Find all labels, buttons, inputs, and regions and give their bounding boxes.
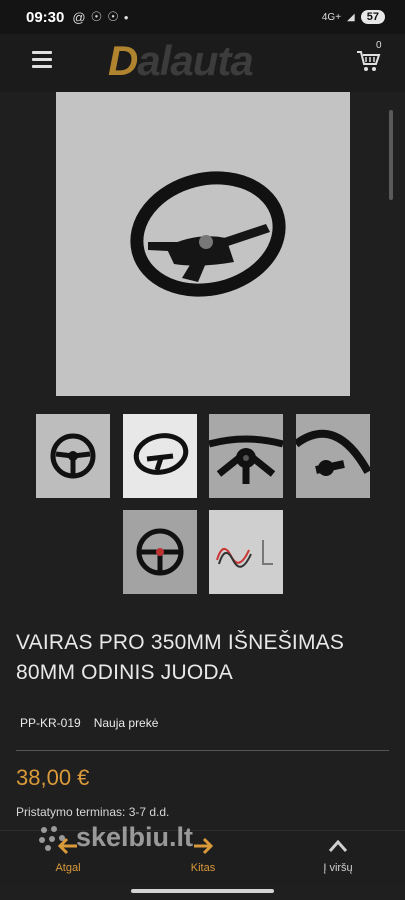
arrow-right-icon [194, 837, 214, 855]
product-sku: PP-KR-019 [20, 716, 81, 730]
snapchat-icon-2: ☉ [107, 9, 119, 24]
thumbnail-2[interactable] [123, 414, 197, 498]
divider [16, 750, 389, 751]
home-indicator[interactable] [131, 889, 274, 893]
hamburger-menu-icon[interactable] [32, 51, 52, 69]
back-label: Atgal [55, 862, 81, 874]
watermark: skelbiu.lt [38, 822, 193, 853]
steering-wheel-thumb-icon [208, 435, 284, 484]
product-condition: Nauja prekė [93, 716, 159, 730]
chevron-up-icon [328, 839, 348, 852]
signal-icon: ◢ [347, 11, 355, 23]
thumbnail-5[interactable] [123, 510, 197, 594]
product-meta: PP-KR-019 Nauja prekė [20, 716, 158, 730]
product-price: 38,00 € [16, 765, 90, 790]
app-header: Dalauta 0 [0, 34, 405, 92]
shopping-cart-icon[interactable] [355, 48, 381, 74]
status-right: 4G+ ◢ 57 [322, 10, 385, 24]
steering-wheel-thumb-icon [293, 429, 372, 476]
scrollbar[interactable] [389, 110, 393, 200]
delivery-term: Pristatymo terminas: 3-7 d.d. [16, 805, 170, 819]
scroll-top-button[interactable]: Į viršų [316, 837, 360, 874]
steering-wheel-image [130, 171, 286, 297]
wiring-thumb-icon [216, 540, 273, 568]
thumbnail-6[interactable] [209, 510, 283, 594]
battery-indicator: 57 [360, 10, 385, 24]
cart-count-badge: 0 [376, 40, 382, 51]
thumbnail-4[interactable] [293, 414, 372, 498]
next-label: Kitas [190, 862, 216, 874]
product-title: VAIRAS PRO 350MM IŠNEŠIMAS 80MM ODINIS J… [16, 631, 345, 684]
scroll-top-label: Į viršų [323, 862, 353, 874]
status-time: 09:30 [26, 8, 65, 26]
steering-wheel-thumb-icon [50, 433, 96, 479]
watermark-dots-icon [39, 825, 65, 851]
site-logo[interactable]: Dalauta [108, 37, 254, 85]
thumbnail-1[interactable] [36, 414, 110, 498]
threads-icon: @ [72, 9, 86, 25]
network-type: 4G+ [321, 11, 342, 23]
steering-wheel-thumb-icon [133, 433, 189, 475]
main-product-image[interactable] [56, 92, 350, 396]
status-bar: 09:30 @ ☉ ☉ • 4G+ ◢ 57 [0, 0, 405, 34]
snapchat-icon: ☉ [90, 9, 103, 24]
notification-icons: @ ☉ ☉ • [72, 9, 128, 25]
thumbnail-3[interactable] [208, 414, 284, 498]
watermark-text: skelbiu.lt [76, 822, 194, 852]
steering-wheel-thumb-icon [136, 528, 184, 576]
dot-icon: • [123, 9, 129, 25]
